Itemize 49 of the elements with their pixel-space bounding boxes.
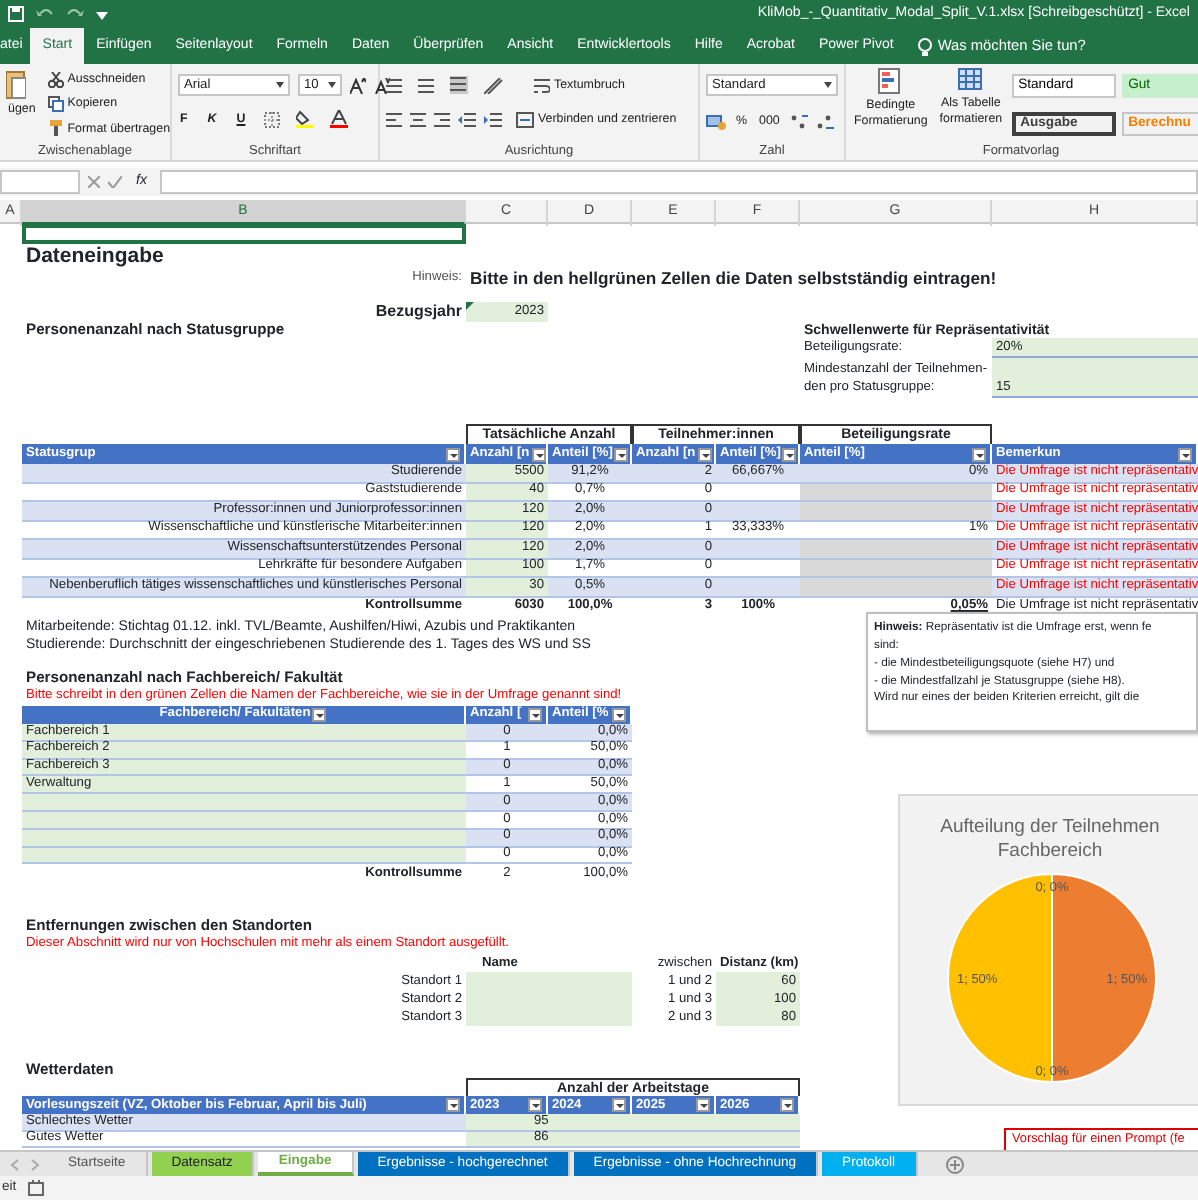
lightbulb-icon — [917, 37, 932, 55]
sheet-heading: Dateneingabe — [24, 244, 166, 268]
table-icon — [957, 68, 984, 92]
macro-record-icon[interactable] — [28, 1180, 45, 1196]
borders-icon[interactable] — [263, 111, 280, 128]
decrease-decimal-icon[interactable] — [815, 113, 834, 130]
currency-icon[interactable] — [706, 113, 726, 130]
input-cell[interactable] — [466, 972, 632, 991]
font-color-icon[interactable] — [329, 110, 348, 129]
caret-icon — [276, 82, 284, 88]
table-cell — [716, 578, 800, 597]
customize-toolbar-icon[interactable] — [96, 8, 108, 20]
input-cell[interactable] — [22, 794, 466, 812]
scissors-icon — [47, 71, 64, 88]
reference-year-label: Bezugsjahr — [373, 302, 464, 322]
increase-indent-icon[interactable] — [484, 111, 502, 128]
align-bottom-icon[interactable] — [450, 76, 468, 95]
fill-color-icon[interactable] — [295, 110, 314, 129]
align-top-icon[interactable] — [386, 77, 402, 94]
formula-input[interactable] — [160, 170, 1198, 194]
text-orientation-icon[interactable] — [484, 77, 504, 94]
selected-cell[interactable] — [22, 224, 466, 244]
redo-icon[interactable] — [66, 6, 84, 22]
merge-cells-icon — [516, 111, 534, 128]
cancel-icon[interactable] — [88, 176, 100, 188]
grow-font-icon[interactable] — [350, 77, 366, 93]
caret-icon — [328, 82, 336, 88]
hint-text: Bitte in den hellgrünen Zellen die Daten selbstständig eintragen! — [468, 268, 999, 290]
brush-icon — [47, 120, 64, 137]
align-right-icon[interactable] — [434, 111, 450, 128]
add-sheet-icon[interactable] — [945, 1156, 963, 1174]
caret-icon — [824, 82, 832, 88]
save-icon[interactable] — [8, 6, 24, 22]
chart-title: Aufteilung der Teilnehmen Fachbereich — [938, 814, 1162, 866]
table-cell — [716, 540, 800, 559]
paste-icon[interactable] — [6, 68, 26, 100]
copy-icon — [47, 95, 64, 112]
align-center-icon[interactable] — [410, 111, 426, 128]
table-cell — [716, 502, 800, 521]
align-left-icon[interactable] — [386, 111, 402, 128]
enter-icon[interactable] — [108, 176, 122, 188]
input-cell[interactable] — [466, 1008, 632, 1027]
decrease-indent-icon[interactable] — [458, 111, 476, 128]
increase-decimal-icon[interactable] — [789, 113, 808, 130]
wrap-text-icon — [534, 77, 550, 94]
error-indicator-icon — [466, 302, 474, 310]
undo-icon[interactable] — [36, 6, 54, 22]
shrink-font-icon[interactable] — [374, 77, 390, 93]
align-middle-icon[interactable] — [418, 77, 434, 94]
